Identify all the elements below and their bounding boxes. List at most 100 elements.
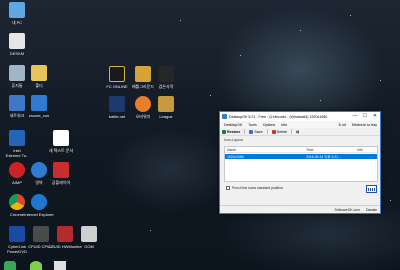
desktop-icon-gom-player[interactable]: 곰플레이어 <box>44 162 78 185</box>
black-desert-icon <box>158 66 174 82</box>
menu-options[interactable]: Options <box>263 123 275 127</box>
menu-desktopok[interactable]: DesktopOK <box>224 123 242 127</box>
maximize-button[interactable]: ☐ <box>360 112 370 121</box>
star <box>150 230 151 231</box>
row-time: 2018-05-14 오후 2:21 ... <box>305 155 342 159</box>
desktop-icon-label: League <box>159 114 173 119</box>
desktop-icon-zscore[interactable]: zscore_cus <box>22 95 56 118</box>
desktop-icon-label: Intel Extreme Tu.. <box>5 148 29 158</box>
star <box>300 30 301 31</box>
powerdvd-icon <box>9 226 25 242</box>
star <box>320 100 321 101</box>
table-row[interactable]: 1920x1080 2018-05-14 오후 2:21 ... <box>225 154 377 159</box>
desktop-icon-label: DESKM <box>9 51 25 56</box>
cpu-z-icon <box>33 226 49 242</box>
desktop-icon-label: zscore_cus <box>28 113 50 118</box>
desktop-icon-label: AIMP <box>12 180 22 185</box>
partial-app-icon[interactable] <box>4 261 16 270</box>
minimize-button[interactable]: — <box>350 112 360 121</box>
desktop-icon-this-pc[interactable]: 내 PC <box>0 2 34 25</box>
folder-icon <box>31 65 47 81</box>
fc-online-icon <box>109 66 125 82</box>
menu-info[interactable]: Info <box>281 123 287 127</box>
desktop-icon-black-desert[interactable]: 검은사막 <box>149 66 183 89</box>
column-info[interactable]: Info <box>355 148 377 152</box>
softwareok-logo-icon[interactable] <box>366 185 377 193</box>
column-time[interactable]: Time <box>304 148 355 152</box>
save-label: Save <box>254 129 263 134</box>
window-title: DesktopOK 5.21 - Free - Q:Hecodio - (Win… <box>229 114 328 119</box>
menu-exit[interactable]: E-xit <box>339 123 346 127</box>
icon-layout-label: Icon-Layout <box>224 138 243 142</box>
star <box>210 95 211 96</box>
desktop-icon-intel-xtu[interactable]: Intel Extreme Tu.. <box>0 130 34 158</box>
punch-label: Punch the icons standard position. <box>232 186 284 190</box>
battle-net-icon <box>109 96 125 112</box>
desktop-icon-label: 내 PC <box>11 20 23 25</box>
desktop-icon-text-document[interactable]: 새 텍스트 문서 <box>44 130 78 153</box>
desktop-icon-label: 휴지통 <box>11 83 23 88</box>
desktop-icon-label: Internet Explorer <box>24 212 54 217</box>
desktop-icon-label: 알약 <box>35 180 43 185</box>
softwareok-link[interactable]: SoftwareOK.com <box>334 208 360 212</box>
menu-tools[interactable]: Tools <box>248 123 256 127</box>
toolbar: Restore Save Delete ▤ <box>220 128 380 136</box>
delete-button[interactable]: Delete <box>271 129 287 134</box>
partial-app-icon[interactable] <box>54 261 66 270</box>
desktop-icon-internet-explorer[interactable]: Internet Explorer <box>22 194 56 217</box>
partial-app-icon[interactable] <box>30 261 42 270</box>
star <box>390 200 391 201</box>
text-document-icon <box>53 130 69 146</box>
column-name[interactable]: Name <box>225 148 304 152</box>
restore-icon <box>222 129 226 134</box>
delete-icon <box>271 129 276 134</box>
star <box>380 80 381 81</box>
view-menu-button[interactable]: ▤ <box>296 130 299 134</box>
desktop-icon-league[interactable]: League <box>149 96 183 119</box>
league-icon <box>158 96 174 112</box>
bottom-icon-row <box>0 259 70 270</box>
menu-minimize-to-tray[interactable]: Minimize to tray <box>352 123 377 127</box>
delete-label: Delete <box>276 129 287 134</box>
gom-icon <box>81 226 97 242</box>
save-icon <box>249 129 254 134</box>
restore-button[interactable]: Restore <box>222 129 241 134</box>
toolbar-separator <box>266 129 268 134</box>
internet-explorer-icon <box>31 194 47 210</box>
desktop-icon-label: 폴더 <box>35 83 43 88</box>
window-controls: — ☐ ✕ <box>350 112 380 121</box>
desktop-icon-label: battle.net <box>108 114 126 119</box>
desktop-icon-deskm[interactable]: DESKM <box>0 33 34 56</box>
punch-icons-option[interactable]: Punch the icons standard position. <box>226 186 284 190</box>
intel-icon <box>9 130 25 146</box>
list-header: Name Time Info <box>225 147 377 153</box>
desktop-icon-gom[interactable]: GOM <box>72 226 106 249</box>
desktop-icon-label: FC ONLINE <box>106 84 128 89</box>
file-icon <box>9 33 25 49</box>
desktop-icon-label: 검은사막 <box>158 84 174 89</box>
desktop-icon-label: GOM <box>84 244 94 249</box>
row-name: 1920x1080 <box>227 154 244 159</box>
toolbar-separator <box>244 129 246 134</box>
window-titlebar[interactable]: DesktopOK 5.21 - Free - Q:Hecodio - (Win… <box>220 112 380 121</box>
desktopok-app-icon <box>222 114 227 119</box>
hwmonitor-icon <box>57 226 73 242</box>
status-bar: SoftwareOK.com Donate <box>220 205 380 213</box>
desktop-icon-folder[interactable]: 폴더 <box>22 65 56 88</box>
punch-checkbox[interactable] <box>226 186 230 190</box>
star <box>180 20 181 21</box>
donate-link[interactable]: Donate <box>366 208 377 212</box>
restore-label: Restore <box>227 129 241 134</box>
save-button[interactable]: Save <box>249 129 263 134</box>
toolbar-separator <box>290 129 292 134</box>
desktop-icon-label: 새 텍스트 문서 <box>48 148 74 153</box>
star <box>240 55 241 56</box>
close-button[interactable]: ✕ <box>370 112 380 121</box>
pc-icon <box>9 2 25 18</box>
layout-list[interactable]: Name Time Info 1920x1080 2018-05-14 오후 2… <box>224 146 378 182</box>
app-icon <box>31 95 47 111</box>
desktop-icon-label: 곰플레이어 <box>51 180 71 185</box>
star <box>350 15 351 16</box>
gom-player-icon <box>53 162 69 178</box>
view-menu-icon: ▤ <box>295 129 300 134</box>
